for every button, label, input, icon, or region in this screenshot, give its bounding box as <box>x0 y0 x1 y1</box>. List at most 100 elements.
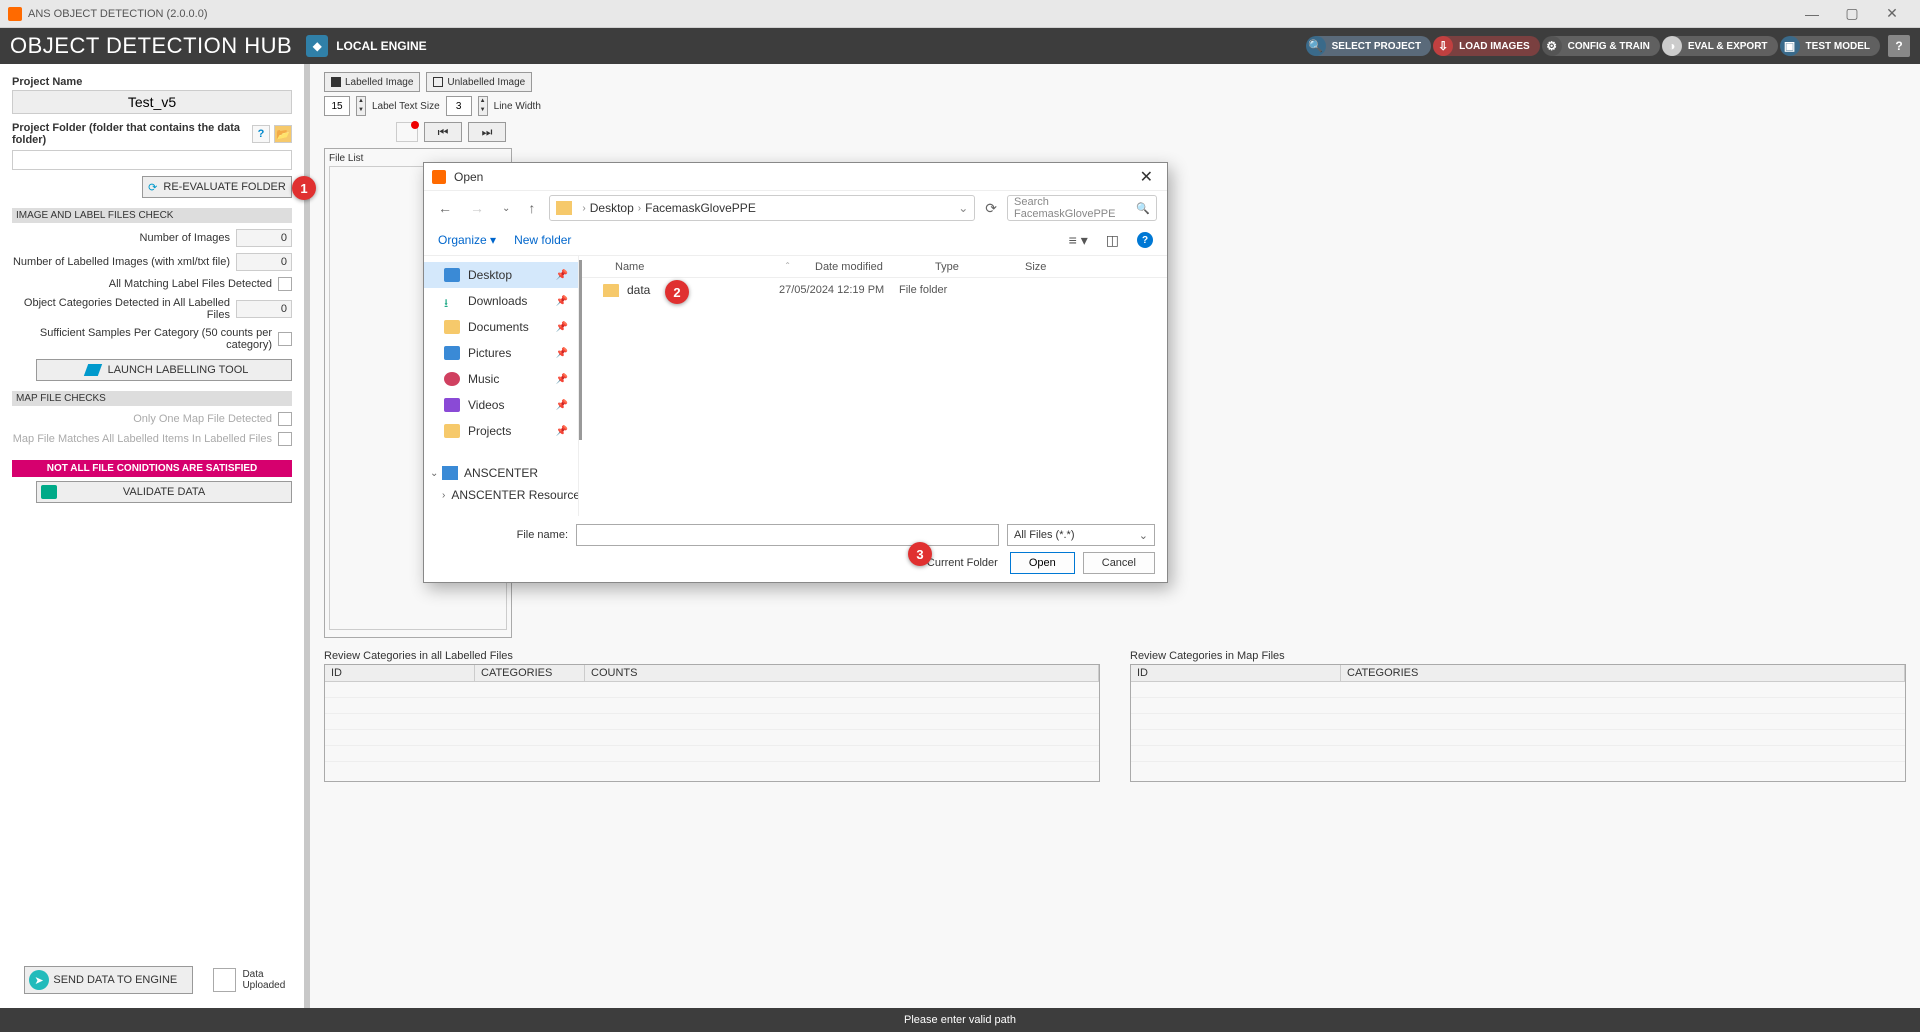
engine-icon: ◆ <box>306 35 328 57</box>
sidebar-tree-anscenter[interactable]: ⌄ANSCENTER <box>424 462 578 484</box>
notification-button[interactable] <box>396 122 418 142</box>
view-list-button[interactable]: ≡ ▾ <box>1069 232 1088 249</box>
num-labelled-value: 0 <box>236 253 292 271</box>
nav-eval-export[interactable]: ◑EVAL & EXPORT <box>1664 36 1778 56</box>
line-width-stepper[interactable]: ▲▼ <box>478 96 488 116</box>
nav-up-button[interactable]: ↑ <box>524 200 539 216</box>
reevaluate-folder-button[interactable]: ⟳RE-EVALUATE FOLDER <box>142 176 292 198</box>
col-categories-2: CATEGORIES <box>1341 665 1905 681</box>
file-filter-dropdown[interactable]: All Files (*.*)⌄ <box>1007 524 1155 546</box>
dialog-help-button[interactable]: ? <box>1137 232 1153 248</box>
new-folder-button[interactable]: New folder <box>514 233 571 247</box>
search-input[interactable]: Search FacemaskGlovePPE🔍 <box>1007 195 1157 221</box>
organize-button[interactable]: Organize ▾ <box>438 233 496 247</box>
sidebar-item-videos[interactable]: Videos📌 <box>424 392 578 418</box>
crumb-desktop[interactable]: Desktop <box>590 201 634 215</box>
cancel-button[interactable]: Cancel <box>1083 552 1155 574</box>
pin-icon: 📌 <box>556 296 568 307</box>
drive-icon <box>442 466 458 480</box>
sidebar-tree-anscenter-res[interactable]: ›ANSCENTER Resources - <box>424 484 578 506</box>
map-matches-checkbox <box>278 432 292 446</box>
sidebar-item-downloads[interactable]: ⭳Downloads📌 <box>424 288 578 314</box>
col-type[interactable]: Type <box>923 261 1013 273</box>
col-size[interactable]: Size <box>1013 261 1073 273</box>
project-folder-browse-button[interactable]: 📂 <box>274 125 292 143</box>
col-name[interactable]: Name ⌃ <box>603 261 803 273</box>
project-folder-help-button[interactable]: ? <box>252 125 270 143</box>
help-button[interactable]: ? <box>1888 35 1910 57</box>
callout-3: 3 <box>908 542 932 566</box>
nav-config-train[interactable]: ⚙CONFIG & TRAIN <box>1544 36 1660 56</box>
label-text-size-stepper[interactable]: ▲▼ <box>356 96 366 116</box>
map-matches-label: Map File Matches All Labelled Items In L… <box>12 433 278 445</box>
col-date[interactable]: Date modified <box>803 261 923 273</box>
file-name: data <box>627 283 650 297</box>
expand-icon[interactable]: ⌄ <box>430 468 442 479</box>
close-button[interactable]: ✕ <box>1872 0 1912 28</box>
videos-icon <box>444 398 460 412</box>
dialog-close-button[interactable]: ✕ <box>1134 167 1159 187</box>
sidebar-item-desktop[interactable]: Desktop📌 <box>424 262 578 288</box>
window-title: ANS OBJECT DETECTION (2.0.0.0) <box>28 8 1792 20</box>
unlabelled-image-toggle[interactable]: Unlabelled Image <box>426 72 532 92</box>
file-name-input[interactable] <box>576 524 999 546</box>
first-button[interactable]: ⏮ <box>424 122 462 142</box>
send-data-button[interactable]: ➤SEND DATA TO ENGINE <box>24 966 193 994</box>
pin-icon: 📌 <box>556 270 568 281</box>
minimize-button[interactable]: — <box>1792 0 1832 28</box>
nav-test-model[interactable]: ▣TEST MODEL <box>1782 36 1880 56</box>
col-id: ID <box>325 665 475 681</box>
crumb-folder[interactable]: FacemaskGlovePPE <box>645 201 756 215</box>
file-date: 27/05/2024 12:19 PM <box>779 284 899 296</box>
status-bar: Please enter valid path <box>0 1008 1920 1032</box>
open-button[interactable]: Open <box>1010 552 1075 574</box>
app-header: OBJECT DETECTION HUB ◆ LOCAL ENGINE 🔍SEL… <box>0 28 1920 64</box>
current-folder-button[interactable]: Current Folder <box>927 552 1002 574</box>
app-title: OBJECT DETECTION HUB <box>10 33 292 59</box>
project-folder-input[interactable] <box>12 150 292 170</box>
labelled-image-toggle[interactable]: Labelled Image <box>324 72 420 92</box>
obj-cats-label: Object Categories Detected in All Labell… <box>12 297 236 321</box>
project-folder-label: Project Folder (folder that contains the… <box>12 122 248 146</box>
send-icon: ➤ <box>29 970 49 990</box>
chevron-down-icon: ⌄ <box>1139 529 1148 542</box>
sidebar-item-pictures[interactable]: Pictures📌 <box>424 340 578 366</box>
matching-labels-checkbox <box>278 277 292 291</box>
col-id-2: ID <box>1131 665 1341 681</box>
nav-back-button[interactable]: ← <box>434 200 456 216</box>
pin-icon: 📌 <box>556 322 568 333</box>
empty-square-icon <box>433 77 443 87</box>
window-titlebar: ANS OBJECT DETECTION (2.0.0.0) — ▢ ✕ <box>0 0 1920 28</box>
file-type: File folder <box>899 284 989 296</box>
sidebar-item-music[interactable]: Music📌 <box>424 366 578 392</box>
section-map-checks: MAP FILE CHECKS <box>12 391 292 406</box>
project-name-input[interactable] <box>12 90 292 114</box>
maximize-button[interactable]: ▢ <box>1832 0 1872 28</box>
chevron-down-icon[interactable]: ⌄ <box>958 201 968 215</box>
documents-icon <box>444 320 460 334</box>
open-file-dialog: Open ✕ ← → ⌄ ↑ › Desktop › FacemaskGlove… <box>423 162 1168 583</box>
sufficient-samples-checkbox <box>278 332 292 346</box>
breadcrumb[interactable]: › Desktop › FacemaskGlovePPE ⌄ <box>549 195 975 221</box>
pictures-icon <box>444 346 460 360</box>
sidebar-item-projects[interactable]: Projects📌 <box>424 418 578 444</box>
launch-labelling-button[interactable]: LAUNCH LABELLING TOOL <box>36 359 292 381</box>
last-button[interactable]: ⏭ <box>468 122 506 142</box>
folder-icon <box>556 201 572 215</box>
validate-data-button[interactable]: VALIDATE DATA <box>36 481 292 503</box>
nav-select-project[interactable]: 🔍SELECT PROJECT <box>1308 36 1431 56</box>
nav-load-images[interactable]: ⇩LOAD IMAGES <box>1435 36 1540 56</box>
warning-banner: NOT ALL FILE CONIDTIONS ARE SATISFIED <box>12 460 292 477</box>
label-text-size-input[interactable] <box>324 96 350 116</box>
filled-square-icon <box>331 77 341 87</box>
col-categories: CATEGORIES <box>475 665 585 681</box>
data-uploaded-label: Data Uploaded <box>242 969 292 991</box>
view-preview-button[interactable]: ◫ <box>1106 232 1119 249</box>
nav-forward-button[interactable]: → <box>466 200 488 216</box>
file-name-label: File name: <box>436 529 568 541</box>
sidebar-item-documents[interactable]: Documents📌 <box>424 314 578 340</box>
line-width-input[interactable] <box>446 96 472 116</box>
refresh-button[interactable]: ⟳ <box>985 200 997 217</box>
expand-icon[interactable]: › <box>442 490 445 501</box>
nav-recent-button[interactable]: ⌄ <box>498 203 514 214</box>
